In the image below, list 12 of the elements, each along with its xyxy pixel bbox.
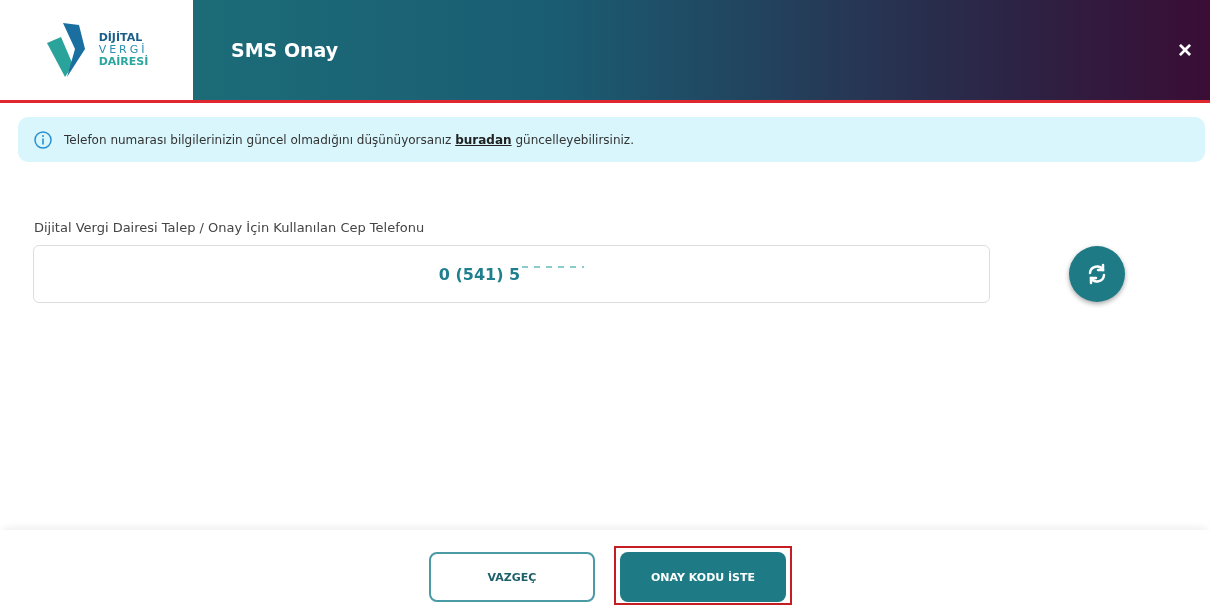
close-button[interactable]: × [1178, 36, 1192, 64]
refresh-button[interactable] [1069, 246, 1125, 302]
update-link[interactable]: buradan [455, 132, 512, 147]
field-label: Dijital Vergi Dairesi Talep / Onay İçin Kullanılan Cep Telefonu [34, 220, 426, 235]
logo-text: VERGİ [98, 44, 149, 56]
info-message: Telefon numarası bilgilerinizin güncel olmadığını düşünüyorsanız buradan güncelleyebilirsiniz. [64, 132, 634, 147]
dialog-title: SMS Onay [231, 39, 339, 61]
request-code-button[interactable]: ONAY KODU İSTE [620, 552, 786, 602]
cancel-button[interactable]: VAZGEÇ [429, 552, 595, 602]
info-icon [34, 130, 52, 149]
logo-text: DİJİTAL [98, 32, 143, 44]
logo-text: DAİRESİ [98, 56, 149, 68]
